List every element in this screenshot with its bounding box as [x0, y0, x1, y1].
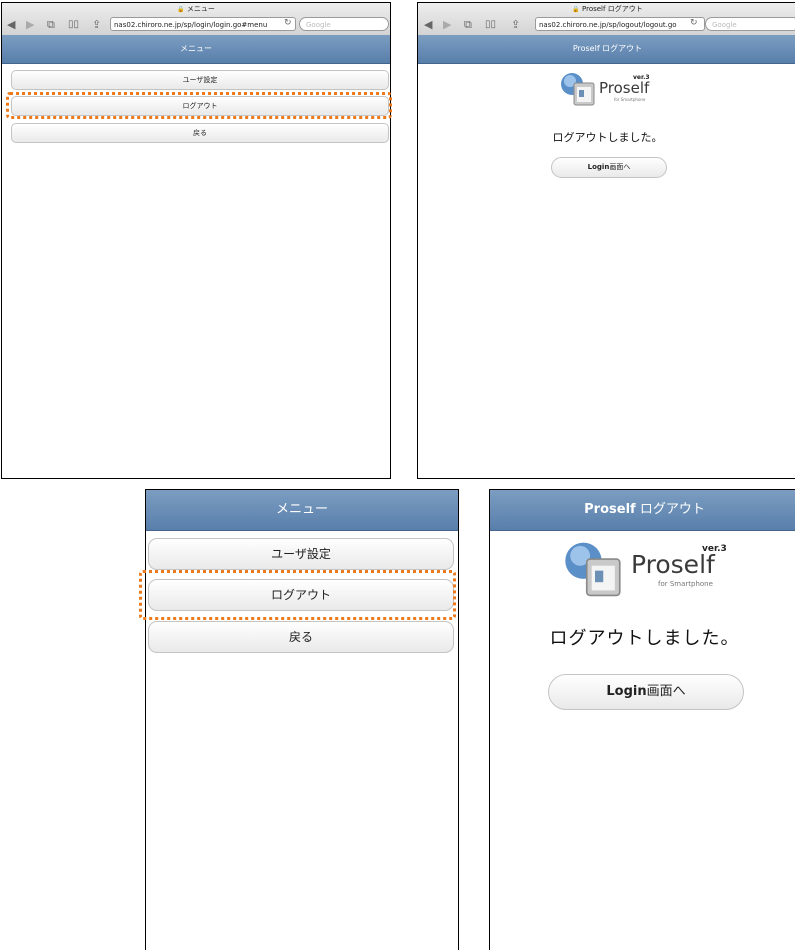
- lock-icon: 🔒: [572, 6, 580, 13]
- header-bar: メニュー: [2, 35, 390, 64]
- bookmarks-icon[interactable]: ▯▯: [68, 18, 79, 32]
- url-field[interactable]: nas02.chiroro.ne.jp/sp/login/login.go#me…: [110, 17, 296, 31]
- logo-brand: Proself: [631, 550, 715, 579]
- browser-toolbar: 🔒 Proself ログアウト ◀ ▶ ⧉ ▯▯ ⇪ nas02.chiroro…: [418, 3, 795, 36]
- lock-icon: 🔒: [177, 6, 185, 13]
- forward-arrow-icon[interactable]: ▶: [26, 18, 34, 32]
- browser-toolbar: 🔒 メニュー ◀ ▶ ⧉ ▯▯ ⇪ nas02.chiroro.ne.jp/sp…: [2, 3, 390, 36]
- bookmarks-icon[interactable]: ▯▯: [485, 18, 496, 32]
- header-title: メニュー: [180, 44, 212, 53]
- proself-logo-icon: [565, 542, 621, 597]
- zoomed-menu-screenshot: メニュー ユーザ設定 ログアウト 戻る: [145, 489, 459, 950]
- header-bar: Proself ログアウト: [418, 35, 795, 64]
- login-screen-button[interactable]: Login画面へ: [551, 157, 667, 178]
- back-button[interactable]: 戻る: [148, 621, 454, 653]
- back-arrow-icon[interactable]: ◀: [424, 18, 432, 32]
- logo-tagline: for Smartphone: [614, 97, 646, 102]
- tabs-icon[interactable]: ⧉: [464, 18, 472, 32]
- header-title: Proself ログアウト: [572, 44, 643, 53]
- ipad-logout-screenshot: 🔒 Proself ログアウト ◀ ▶ ⧉ ▯▯ ⇪ nas02.chiroro…: [417, 2, 795, 479]
- proself-logo: ver.3 Proself for Smartphone: [559, 69, 659, 109]
- share-icon[interactable]: ⇪: [511, 18, 520, 32]
- user-settings-button[interactable]: ユーザ設定: [11, 70, 389, 90]
- proself-logo-icon: [561, 73, 595, 106]
- back-arrow-icon[interactable]: ◀: [7, 18, 15, 32]
- header-title: メニュー: [275, 502, 328, 517]
- logout-message: ログアウトしました。: [552, 131, 663, 144]
- reload-icon[interactable]: ↻: [690, 18, 698, 28]
- logout-highlight: [139, 570, 456, 620]
- proself-logo: ver.3 Proself for Smartphone: [562, 536, 732, 602]
- tabs-icon[interactable]: ⧉: [47, 18, 55, 32]
- header-brand: Proself: [584, 502, 636, 517]
- ipad-menu-screenshot: 🔒 メニュー ◀ ▶ ⧉ ▯▯ ⇪ nas02.chiroro.ne.jp/sp…: [1, 2, 391, 479]
- header-bar: Proself ログアウト: [490, 490, 795, 531]
- logout-message: ログアウトしました。: [549, 628, 740, 649]
- header-bar: メニュー: [146, 490, 458, 531]
- browser-page-title: 🔒 Proself ログアウト: [572, 5, 643, 13]
- search-field[interactable]: Google: [705, 17, 795, 31]
- search-field[interactable]: Google: [299, 17, 389, 31]
- url-field[interactable]: nas02.chiroro.ne.jp/sp/logout/logout.go: [535, 17, 705, 31]
- share-icon[interactable]: ⇪: [92, 18, 101, 32]
- login-screen-button[interactable]: Login画面へ: [548, 674, 744, 710]
- user-settings-button[interactable]: ユーザ設定: [148, 538, 454, 570]
- back-button[interactable]: 戻る: [11, 123, 389, 143]
- browser-page-title: 🔒 メニュー: [177, 5, 215, 13]
- zoomed-logout-screenshot: Proself ログアウト ver.3 Proself for Smartpho…: [489, 489, 795, 950]
- logo-tagline: for Smartphone: [658, 580, 713, 588]
- logo-brand: Proself: [599, 79, 650, 97]
- reload-icon[interactable]: ↻: [284, 18, 292, 28]
- forward-arrow-icon[interactable]: ▶: [443, 18, 451, 32]
- logout-highlight: [6, 92, 392, 119]
